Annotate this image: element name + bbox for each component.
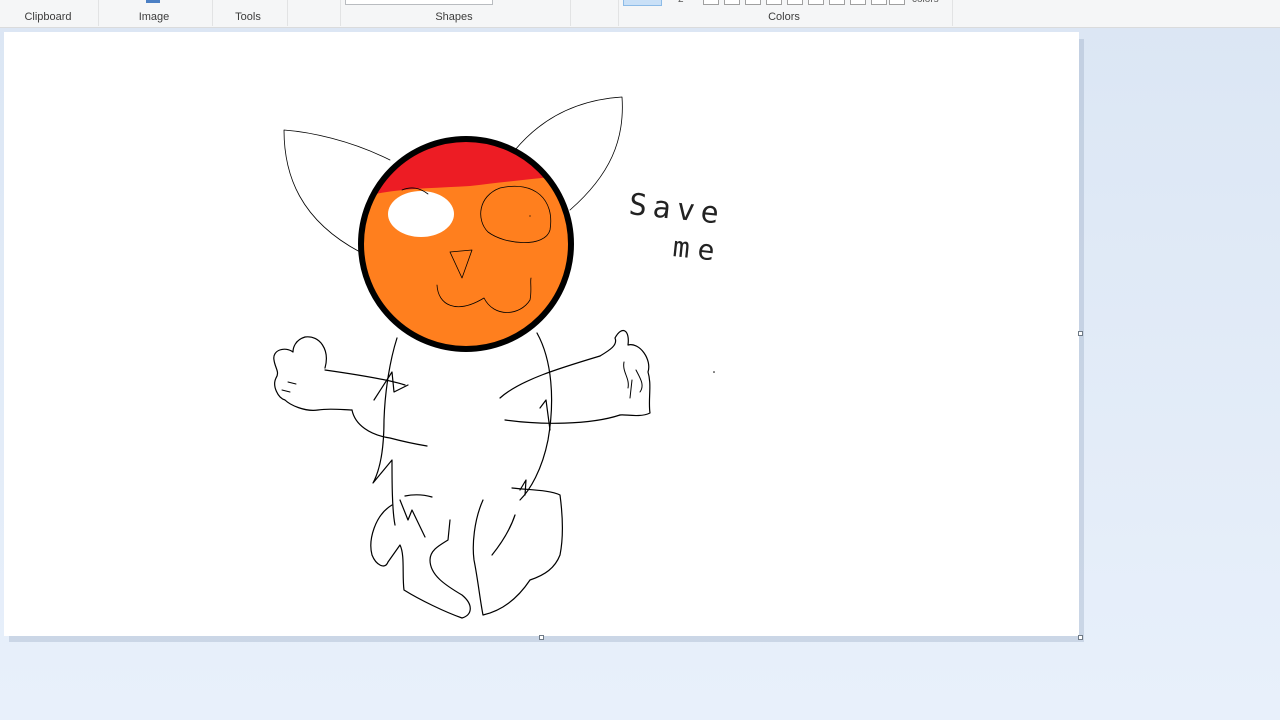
left-leg <box>370 504 471 619</box>
right-arm <box>499 355 621 424</box>
body-right <box>519 332 553 501</box>
drawing-canvas[interactable]: Save me <box>4 32 1079 636</box>
color-swatch[interactable] <box>889 0 905 5</box>
group-label-image: Image <box>138 11 170 23</box>
color-swatch[interactable] <box>703 0 719 5</box>
group-separator <box>618 0 619 26</box>
group-separator <box>340 0 341 26</box>
group-separator <box>212 0 213 26</box>
color-swatch[interactable] <box>871 0 887 5</box>
color1-button[interactable] <box>623 0 662 6</box>
resize-handle-corner[interactable] <box>1078 635 1083 640</box>
group-separator <box>287 0 288 26</box>
ribbon: 2 colors Clipboard Image Tools Shapes Co… <box>0 0 1280 28</box>
group-separator <box>952 0 953 26</box>
body-left <box>372 337 398 526</box>
right-leg <box>472 487 563 616</box>
group-label-clipboard: Clipboard <box>24 11 72 23</box>
color-swatch[interactable] <box>808 0 824 5</box>
drawing <box>273 96 715 619</box>
group-separator <box>98 0 99 26</box>
group-label-colors: Colors <box>768 11 800 23</box>
color-swatch[interactable] <box>745 0 761 5</box>
resize-handle-right[interactable] <box>1078 331 1083 336</box>
group-label-tools: Tools <box>235 11 261 23</box>
shapes-gallery[interactable] <box>345 0 493 5</box>
edit-colors-button[interactable]: colors <box>912 0 939 5</box>
color-swatch[interactable] <box>850 0 866 5</box>
left-eye <box>388 191 454 237</box>
color2-button[interactable]: 2 <box>678 0 684 5</box>
left-arm <box>324 369 428 447</box>
color-swatch[interactable] <box>724 0 740 5</box>
image-select-icon[interactable] <box>146 0 160 3</box>
color-swatch[interactable] <box>787 0 803 5</box>
group-separator <box>570 0 571 26</box>
group-label-shapes: Shapes <box>435 11 473 23</box>
left-hand <box>273 336 353 411</box>
color-swatch[interactable] <box>829 0 845 5</box>
resize-handle-bottom[interactable] <box>539 635 544 640</box>
color-swatch[interactable] <box>766 0 782 5</box>
